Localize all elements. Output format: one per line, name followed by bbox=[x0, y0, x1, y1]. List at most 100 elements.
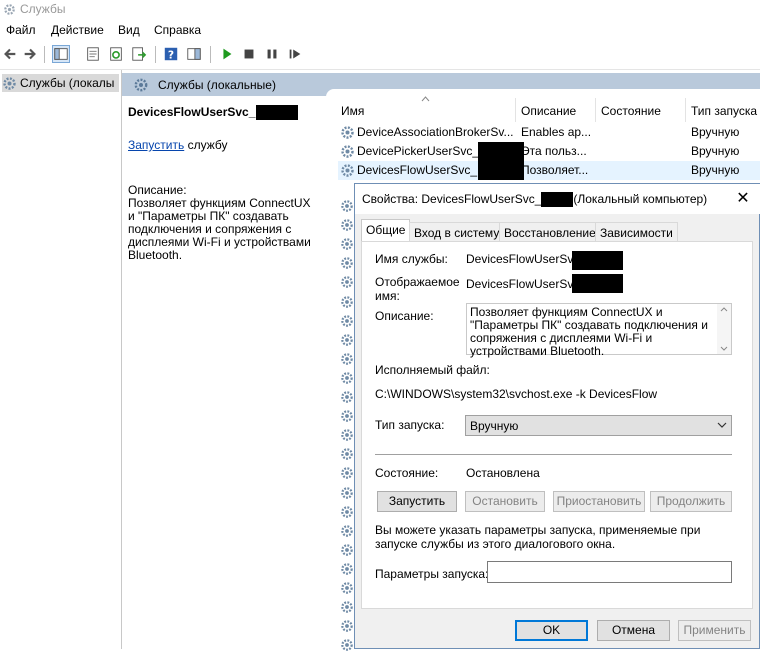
toolbar-separator bbox=[44, 46, 45, 63]
status-value: Остановлена bbox=[466, 466, 540, 480]
redacted-block bbox=[541, 192, 574, 208]
service-description: Позволяет... bbox=[521, 163, 589, 177]
service-gear-icon bbox=[341, 639, 353, 652]
service-gear-icon bbox=[341, 145, 354, 158]
console-tree: Службы (локалы bbox=[0, 70, 122, 649]
toolbar-separator bbox=[210, 46, 211, 63]
help-icon[interactable]: ? bbox=[162, 45, 180, 63]
service-gear-icon bbox=[341, 126, 354, 139]
column-separator[interactable] bbox=[515, 98, 516, 122]
properties-sheet-icon[interactable] bbox=[84, 45, 102, 63]
toolbar: ? bbox=[0, 41, 760, 70]
start-button[interactable]: Запустить bbox=[377, 491, 457, 512]
service-description: Enables ap... bbox=[521, 125, 592, 139]
service-gear-icon bbox=[341, 391, 353, 403]
service-name-value: DevicesFlowUserSvc_ bbox=[466, 252, 587, 266]
stop-button[interactable]: Остановить bbox=[465, 491, 545, 512]
start-service-icon[interactable] bbox=[218, 45, 236, 63]
service-gear-icon bbox=[341, 295, 353, 308]
general-tab-page: Имя службы: DevicesFlowUserSvc_ Отобража… bbox=[361, 241, 753, 609]
service-description: Эта польз... bbox=[521, 144, 587, 158]
description-textbox[interactable]: Позволяет функциям ConnectUX и "Параметр… bbox=[466, 303, 732, 358]
column-header-startup-type[interactable]: Тип запуска bbox=[691, 104, 757, 118]
menu-help[interactable]: Справка bbox=[154, 23, 201, 37]
tab-general[interactable]: Общие bbox=[361, 219, 411, 242]
description-text: Позволяет функциям ConnectUX и "Параметр… bbox=[128, 196, 311, 262]
stop-service-icon[interactable] bbox=[240, 45, 258, 63]
service-gear-icon bbox=[341, 333, 353, 346]
table-row-selected[interactable]: DevicesFlowUserSvc_ Позволяет... Вручную bbox=[338, 161, 760, 180]
startup-type-value: Вручную bbox=[470, 419, 519, 433]
dialog-close-button[interactable]: ✕ bbox=[730, 188, 756, 210]
column-header-description[interactable]: Описание bbox=[521, 104, 576, 118]
column-header-status[interactable]: Состояние bbox=[601, 104, 661, 118]
redacted-block bbox=[256, 105, 299, 121]
service-gear-icon bbox=[341, 524, 353, 537]
restart-service-icon[interactable] bbox=[286, 45, 304, 63]
services-gear-icon bbox=[3, 76, 16, 90]
redacted-block bbox=[572, 251, 623, 270]
display-name-label-line2: имя: bbox=[375, 289, 400, 303]
executable-path[interactable]: C:\WINDOWS\system32\svchost.exe -k Devic… bbox=[375, 387, 657, 401]
services-app-icon bbox=[4, 4, 15, 15]
divider bbox=[375, 454, 732, 455]
service-startup-type: Вручную bbox=[691, 144, 740, 158]
service-gear-icon bbox=[341, 410, 353, 422]
pause-service-icon[interactable] bbox=[263, 45, 281, 63]
show-console-tree-icon[interactable] bbox=[52, 45, 70, 63]
list-header: Имя Описание Состояние Тип запуска bbox=[326, 96, 760, 124]
scroll-up-icon[interactable] bbox=[720, 307, 728, 312]
table-row[interactable]: DevicePickerUserSvc_ Эта польз... Вручну… bbox=[338, 142, 760, 161]
service-gear-icon bbox=[341, 257, 353, 270]
apply-button[interactable]: Применить bbox=[678, 620, 751, 641]
service-description-panel: DevicesFlowUserSvc_ Запустить службу Опи… bbox=[122, 96, 326, 649]
service-gear-icon bbox=[341, 429, 353, 441]
tab-recovery[interactable]: Восстановление bbox=[499, 222, 601, 241]
window-title: Службы bbox=[20, 2, 66, 16]
pause-button[interactable]: Приостановить bbox=[553, 491, 645, 512]
startup-type-select[interactable]: Вручную bbox=[465, 415, 732, 436]
column-header-name[interactable]: Имя bbox=[341, 104, 364, 118]
startup-type-label: Тип запуска: bbox=[375, 418, 445, 432]
refresh-icon[interactable] bbox=[107, 45, 125, 63]
table-row[interactable]: DeviceAssociationBrokerSv... Enables ap.… bbox=[338, 123, 760, 142]
back-icon[interactable] bbox=[1, 45, 19, 63]
tree-node-services-local[interactable]: Службы (локалы bbox=[2, 74, 119, 92]
menu-action[interactable]: Действие bbox=[51, 23, 104, 37]
services-gear-icon bbox=[134, 78, 148, 92]
export-list-icon[interactable] bbox=[130, 45, 148, 63]
column-separator[interactable] bbox=[685, 98, 686, 122]
redacted-block bbox=[478, 161, 524, 180]
tab-dependencies[interactable]: Зависимости bbox=[595, 222, 678, 241]
start-parameters-hint: Вы можете указать параметры запуска, при… bbox=[375, 523, 701, 551]
tree-node-label: Службы (локалы bbox=[20, 76, 115, 90]
service-gear-icon bbox=[341, 200, 353, 212]
description-label: Описание: bbox=[128, 183, 187, 197]
cancel-button[interactable]: Отмена bbox=[597, 620, 670, 641]
service-gear-icon bbox=[341, 276, 353, 289]
dialog-title: Свойства: DevicesFlowUserSvc_ (Локальный … bbox=[362, 192, 708, 208]
column-separator[interactable] bbox=[595, 98, 596, 122]
description-scrollbar[interactable] bbox=[717, 304, 731, 354]
scroll-down-icon[interactable] bbox=[720, 346, 728, 351]
forward-icon[interactable] bbox=[21, 45, 39, 63]
redacted-block bbox=[572, 274, 623, 293]
menu-file[interactable]: Файл bbox=[6, 23, 36, 37]
start-parameters-label: Параметры запуска: bbox=[375, 567, 489, 581]
service-gear-icon bbox=[341, 505, 353, 518]
svg-text:?: ? bbox=[168, 48, 174, 61]
menu-view[interactable]: Вид bbox=[118, 23, 140, 37]
start-service-line: Запустить службу bbox=[128, 138, 228, 152]
service-gear-icon bbox=[341, 314, 353, 327]
display-name-value[interactable]: DevicesFlowUserSvc_ bbox=[466, 277, 586, 291]
action-pane-icon[interactable] bbox=[185, 45, 203, 63]
ok-button[interactable]: OK bbox=[515, 620, 588, 641]
resume-button[interactable]: Продолжить bbox=[650, 491, 732, 512]
start-service-link[interactable]: Запустить bbox=[128, 138, 184, 152]
start-parameters-input[interactable] bbox=[487, 561, 732, 583]
executable-label: Исполняемый файл: bbox=[375, 363, 490, 377]
tab-log-on[interactable]: Вход в систему bbox=[409, 222, 505, 241]
service-name: DeviceAssociationBrokerSv... bbox=[357, 125, 514, 139]
chevron-down-icon bbox=[717, 422, 727, 428]
service-gear-icon bbox=[341, 544, 353, 556]
